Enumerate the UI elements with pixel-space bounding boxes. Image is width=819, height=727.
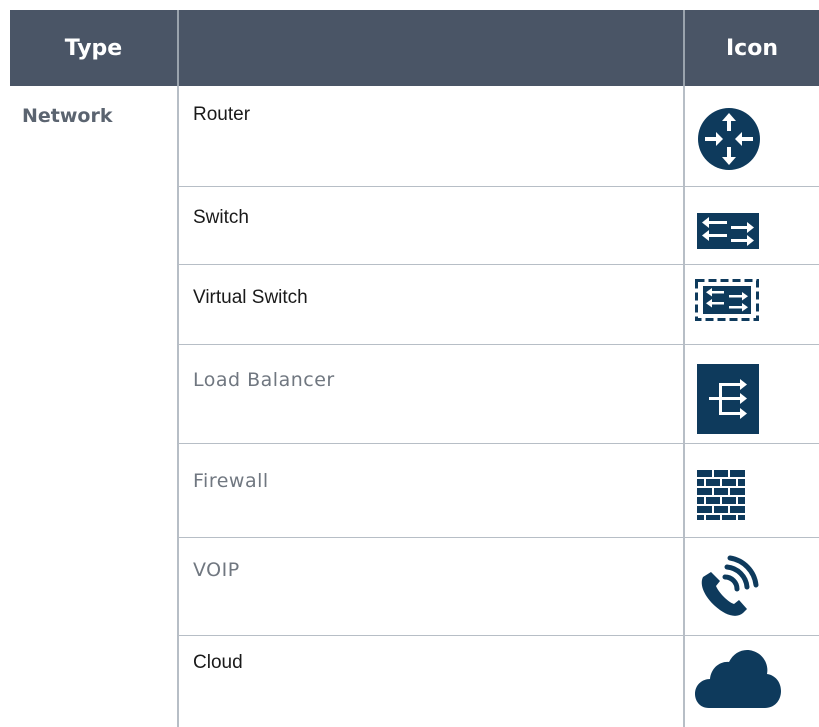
row-divider xyxy=(685,635,819,636)
table-header: Type Icon xyxy=(10,10,819,86)
router-icon xyxy=(697,107,761,171)
row-divider xyxy=(179,186,683,187)
column-divider xyxy=(177,86,179,727)
header-icon: Icon xyxy=(725,35,778,61)
load-balancer-icon xyxy=(697,364,759,434)
row-divider xyxy=(685,186,819,187)
row-divider xyxy=(179,443,683,444)
row-divider xyxy=(179,537,683,538)
virtual-switch-icon xyxy=(695,279,759,321)
row-divider xyxy=(685,344,819,345)
voip-icon xyxy=(695,555,759,619)
row-divider xyxy=(685,537,819,538)
row-name-voip: VOIP xyxy=(193,559,240,581)
row-name-virtual-switch: Virtual Switch xyxy=(193,287,308,308)
row-divider xyxy=(179,344,683,345)
column-divider xyxy=(683,86,685,727)
switch-icon xyxy=(697,213,759,249)
cloud-icon xyxy=(695,646,781,708)
row-name-cloud: Cloud xyxy=(193,652,243,673)
row-divider xyxy=(179,635,683,636)
row-name-router: Router xyxy=(193,104,251,125)
row-divider xyxy=(685,264,819,265)
type-network: Network xyxy=(22,105,113,127)
row-divider xyxy=(179,264,683,265)
row-name-load-balancer: Load Balancer xyxy=(193,369,335,391)
row-name-firewall: Firewall xyxy=(193,470,269,492)
row-name-switch: Switch xyxy=(193,207,249,228)
row-divider xyxy=(685,443,819,444)
header-type: Type xyxy=(64,35,123,61)
header-divider xyxy=(177,10,179,86)
firewall-icon xyxy=(697,470,745,520)
